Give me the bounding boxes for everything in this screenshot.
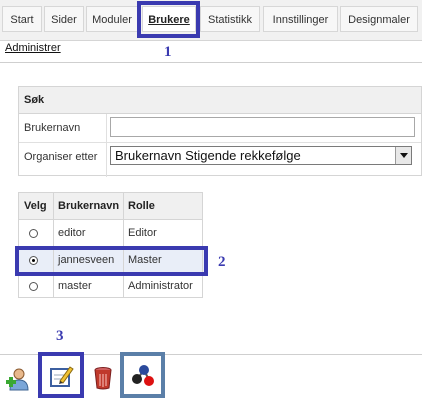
table-cell-role: Administrator bbox=[128, 280, 193, 292]
divider bbox=[19, 142, 421, 143]
annotation-number-1: 1 bbox=[164, 44, 172, 60]
divider bbox=[106, 114, 107, 177]
divider bbox=[0, 62, 422, 63]
username-label: Brukernavn bbox=[24, 122, 81, 134]
tab-designmaler[interactable]: Designmaler bbox=[340, 6, 418, 32]
annotation-box-1 bbox=[137, 1, 200, 38]
table-cell-username: editor bbox=[58, 227, 86, 239]
administer-link[interactable]: Administrer bbox=[5, 42, 61, 54]
edit-icon[interactable] bbox=[48, 363, 74, 389]
annotation-box-2 bbox=[15, 246, 208, 276]
tab-moduler[interactable]: Moduler bbox=[86, 6, 138, 32]
sort-order-value: Brukernavn Stigende rekkefølge bbox=[115, 148, 301, 163]
col-header-brukernavn: Brukernavn bbox=[53, 193, 123, 220]
username-search-input[interactable] bbox=[110, 117, 415, 137]
search-panel-header: Søk bbox=[19, 87, 421, 114]
select-radio-master[interactable] bbox=[29, 282, 38, 291]
tab-sider[interactable]: Sider bbox=[44, 6, 84, 32]
delete-icon[interactable] bbox=[90, 365, 116, 391]
users-table: Velg Brukernavn Rolle editor Editor jann… bbox=[18, 192, 203, 298]
tab-innstillinger[interactable]: Innstillinger bbox=[263, 6, 338, 32]
sort-label: Organiser etter bbox=[24, 151, 98, 163]
select-radio-editor[interactable] bbox=[29, 229, 38, 238]
chevron-down-icon[interactable] bbox=[395, 147, 411, 164]
add-user-icon[interactable] bbox=[4, 366, 30, 392]
annotation-number-3: 3 bbox=[56, 328, 64, 344]
tab-statistikk[interactable]: Statistikk bbox=[200, 6, 260, 32]
tab-start[interactable]: Start bbox=[2, 6, 42, 32]
col-header-rolle: Rolle bbox=[123, 193, 202, 220]
table-cell-username: master bbox=[58, 280, 92, 292]
col-header-velg: Velg bbox=[19, 193, 53, 220]
permissions-icon[interactable] bbox=[130, 362, 156, 388]
table-cell-role: Editor bbox=[128, 227, 157, 239]
annotation-number-2: 2 bbox=[218, 254, 226, 270]
sort-order-select[interactable]: Brukernavn Stigende rekkefølge bbox=[110, 146, 412, 165]
